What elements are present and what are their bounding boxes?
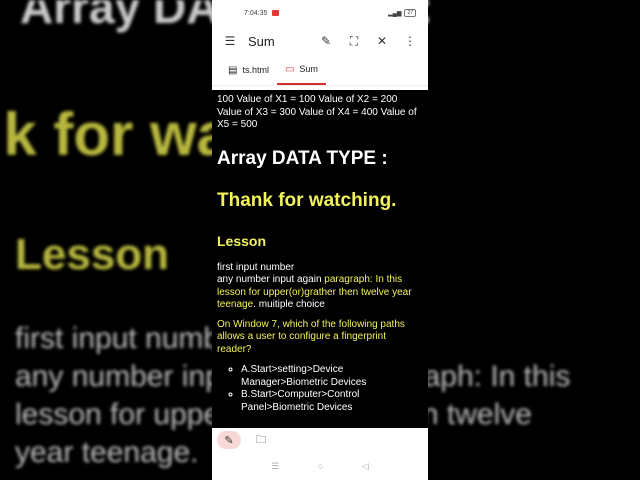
tab-sum[interactable]: ▭ Sum [276,55,326,85]
signal-icon: ▂▄▆ [387,10,402,17]
preview-content: 100 Value of X1 = 100 Value of X2 = 200 … [212,90,428,428]
app-title: Sum [248,33,275,49]
para-end: . muitiple choice [253,299,325,310]
tab-label: ts.html [242,65,269,75]
recents-nav-icon[interactable]: ☰ [271,461,279,472]
more-options-icon[interactable]: ⋮ [400,34,420,48]
app-bar: ☰ Sum ✎ ⛶ ✕ ⋮ [212,26,428,56]
heading-thank-you: Thank for watching. [217,189,397,211]
tab-label: Sum [299,64,318,74]
para-line-2: any number input again [217,274,325,285]
values-output: 100 Value of X1 = 100 Value of X2 = 200 … [217,94,417,130]
system-nav-bar: ☰ ○ ◁ [212,452,428,480]
edit-icon[interactable]: ✎ [316,34,336,48]
fullscreen-icon[interactable]: ⛶ [344,34,364,49]
tab-ts-html[interactable]: ▤ ts.html [220,55,277,85]
files-button[interactable]: 🗀 [249,431,273,449]
file-icon: ▤ [228,64,238,76]
home-nav-icon[interactable]: ○ [318,461,323,471]
bg-line-7: year teenage. [15,436,199,469]
para-line-1: first input number [217,261,295,273]
heading-lesson: Lesson [217,232,267,249]
file-tabs: ▤ ts.html ▭ Sum [212,56,428,86]
close-icon[interactable]: ✕ [372,34,392,48]
phone-screen: 7:04:35 ▂▄▆ 27 ☰ Sum ✎ ⛶ ✕ ⋮ ▤ ts.html ▭… [212,0,428,480]
options-list: A.Start>setting>Device Manager>Biometric… [217,364,423,414]
option-b: B.Start>Computer>Control Panel>Biometric… [241,389,423,414]
menu-icon[interactable]: ☰ [220,34,240,48]
back-nav-icon[interactable]: ◁ [362,461,369,472]
status-time: 7:04:35 [244,9,268,17]
lesson-paragraph: first input number any number input agai… [217,262,423,312]
notification-icon [272,10,280,16]
option-a: A.Start>setting>Device Manager>Biometric… [241,364,423,389]
bg-heading-3: Lesson [15,230,170,279]
pencil-icon: ✎ [224,434,234,447]
battery-icon: 27 [404,9,416,17]
bottom-toolbar: ✎ 🗀 [212,428,428,452]
question-text: On Window 7, which of the following path… [217,318,405,355]
preview-icon: ▭ [284,63,295,75]
folder-icon: 🗀 [255,433,267,446]
heading-array-data-type: Array DATA TYPE : [217,147,388,169]
edit-mode-button[interactable]: ✎ [217,431,241,449]
status-bar: 7:04:35 ▂▄▆ 27 [212,0,428,26]
